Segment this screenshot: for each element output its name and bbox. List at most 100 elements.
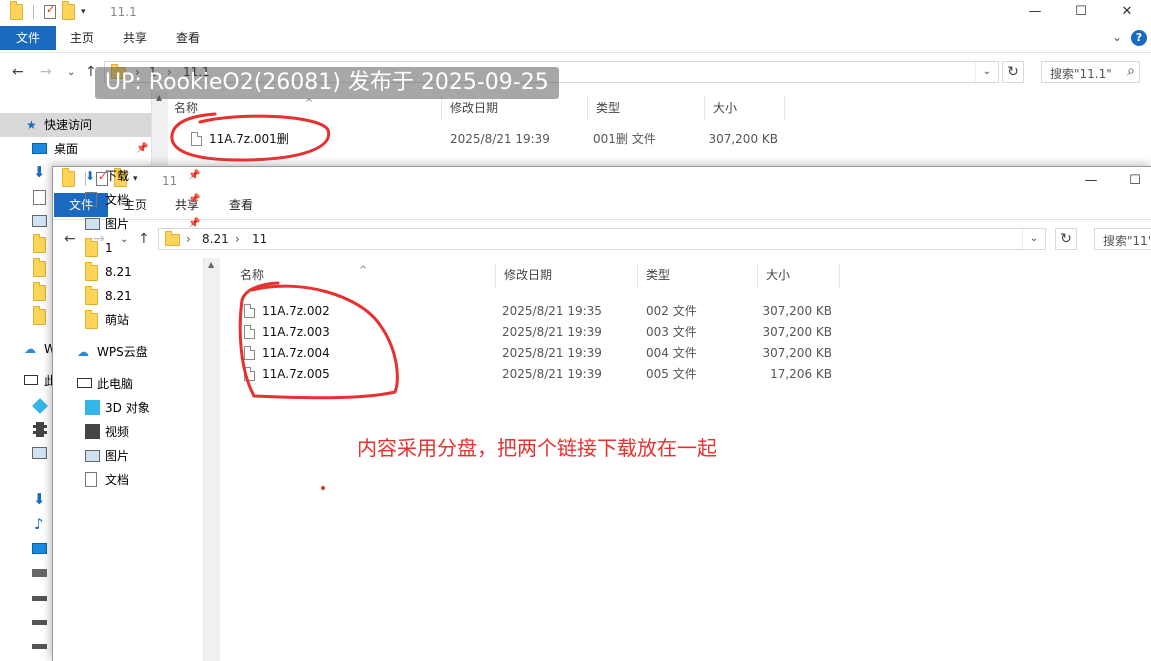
back-button[interactable]: ← (12, 64, 24, 80)
column-label: 类型 (646, 268, 671, 282)
help-button[interactable]: ? (1131, 30, 1147, 46)
table-row[interactable]: 11A.7z.002 2025/8/21 19:35 002 文件 307,20… (220, 301, 1151, 322)
nav-label: 文档 (105, 473, 130, 487)
folder-icon (85, 286, 98, 305)
file-icon (244, 325, 255, 339)
address-dropdown-icon[interactable]: ⌄ (1022, 229, 1045, 249)
drive-icon (32, 569, 47, 577)
recent-locations-button[interactable]: ⌄ (67, 67, 75, 78)
column-header-name[interactable]: ^ 名称 (168, 96, 442, 120)
tab-file[interactable]: 文件 (0, 26, 56, 50)
nav-item-11[interactable]: 3D 对象 (53, 396, 203, 420)
properties-icon[interactable] (44, 3, 56, 19)
nav-item-4[interactable]: 图片 📌 (53, 212, 203, 236)
nav-item-6[interactable]: 8.21 (53, 260, 203, 284)
scroll-up-icon[interactable]: ▲ (208, 260, 214, 269)
nav-item-7[interactable]: 8.21 (53, 284, 203, 308)
chevron-right-icon: › (235, 232, 240, 246)
maximize-button[interactable]: ☐ (1112, 169, 1151, 195)
nav-item-desktop[interactable]: 桌面 📌 (0, 137, 151, 161)
column-label: 类型 (596, 101, 621, 115)
refresh-button[interactable]: ↻ (1055, 228, 1077, 250)
table-row[interactable]: 11A.7z.005 2025/8/21 19:39 005 文件 17,206… (220, 364, 1151, 385)
music-icon: ♪ (34, 515, 44, 533)
close-button[interactable]: ✕ (1104, 0, 1150, 26)
folder-icon (33, 234, 46, 253)
new-folder-icon[interactable] (62, 1, 75, 20)
table-row[interactable]: 11A.7z.003 2025/8/21 19:39 003 文件 307,20… (220, 322, 1151, 343)
column-header-size[interactable]: 大小 (758, 263, 840, 287)
tab-view[interactable]: 查看 (166, 26, 210, 50)
drive-icon (32, 620, 47, 625)
minimize-button[interactable]: — (1068, 169, 1114, 195)
videos-icon (33, 422, 47, 437)
nav-item-10[interactable]: 此电脑 (53, 372, 203, 396)
nav-label: 下载 (105, 169, 130, 183)
drive-icon (32, 644, 47, 649)
file-name: 11A.7z.005 (262, 367, 330, 381)
nav-item-wps-cloud[interactable]: ☁ W (0, 337, 56, 361)
nav-label: 1 (105, 241, 113, 255)
column-header-date[interactable]: 修改日期 (496, 263, 638, 287)
forward-button[interactable]: → (40, 64, 52, 80)
nav-item-9[interactable]: ☁ WPS云盘 (53, 340, 203, 364)
file-size: 307,200 KB (762, 346, 832, 360)
ribbon-expand-icon[interactable]: ⌄ (1112, 30, 1122, 44)
pin-icon[interactable]: 📌 (188, 212, 200, 236)
folder-icon (33, 282, 46, 301)
pin-icon[interactable]: 📌 (136, 137, 148, 161)
nav-item-5[interactable]: 1 (53, 236, 203, 260)
tab-view[interactable]: 查看 (219, 193, 263, 217)
file-date: 2025/8/21 19:39 (502, 367, 602, 381)
file-size: 307,200 KB (762, 304, 832, 318)
column-header-type[interactable]: 类型 (638, 263, 758, 287)
refresh-button[interactable]: ↻ (1002, 61, 1024, 83)
3d-objects-icon (32, 398, 48, 414)
watermark: UP: RookieO2(26081) 发布于 2025-09-25 (95, 67, 559, 99)
minimize-button[interactable]: — (1012, 0, 1058, 26)
nav-pane-scrollbar[interactable]: ▲ (203, 258, 220, 661)
address-bar[interactable]: › 8.21 › 11 ⌄ (158, 228, 1046, 250)
explorer-window-front: ▾ 11 — ☐ 文件 主页 共享 查看 ← → ⌄ ↑ › 8.21 › 11… (52, 166, 1151, 661)
column-header-name[interactable]: ^ 名称 (235, 263, 496, 287)
tab-home[interactable]: 主页 (60, 26, 104, 50)
nav-item-2[interactable]: ⬇ 下载 📌 (53, 167, 203, 188)
nav-item-3[interactable]: 文档 📌 (53, 188, 203, 212)
breadcrumb-segment[interactable]: 11 (252, 232, 267, 246)
breadcrumb-segment[interactable]: 8.21 (202, 232, 229, 246)
file-date: 2025/8/21 19:35 (502, 304, 602, 318)
file-type: 004 文件 (646, 346, 697, 360)
column-header-type[interactable]: 类型 (588, 96, 705, 120)
column-label: 大小 (713, 101, 738, 115)
nav-item-8[interactable]: 萌站 (53, 308, 203, 332)
cloud-icon: ☁ (24, 342, 36, 356)
nav-item-14[interactable]: 文档 (53, 468, 203, 492)
nav-item-this-pc[interactable]: 此 (0, 369, 56, 393)
red-dot-mark (321, 486, 325, 490)
nav-item-quick-access[interactable]: ★ 快速访问 (0, 113, 151, 137)
folder-icon (85, 238, 98, 257)
download-icon: ⬇ (85, 169, 96, 183)
column-header-size[interactable]: 大小 (705, 96, 785, 120)
column-header-date[interactable]: 修改日期 (442, 96, 588, 120)
nav-label: WPS云盘 (97, 345, 148, 359)
nav-item-12[interactable]: 视频 (53, 420, 203, 444)
file-date: 2025/8/21 19:39 (450, 132, 550, 146)
table-row[interactable]: 11A.7z.001删 2025/8/21 19:39 001删 文件 307,… (168, 129, 1151, 150)
pin-icon[interactable]: 📌 (188, 188, 200, 212)
nav-item-13[interactable]: 图片 (53, 444, 203, 468)
table-row[interactable]: 11A.7z.004 2025/8/21 19:39 004 文件 307,20… (220, 343, 1151, 364)
tab-share[interactable]: 共享 (113, 26, 157, 50)
file-size: 307,200 KB (762, 325, 832, 339)
address-dropdown-icon[interactable]: ⌄ (975, 62, 998, 82)
file-date: 2025/8/21 19:39 (502, 325, 602, 339)
customize-toolbar-icon[interactable]: ▾ (81, 7, 86, 17)
search-box[interactable]: 搜索"11.1" ⌕ (1041, 61, 1140, 83)
file-name: 11A.7z.003 (262, 325, 330, 339)
desktop-icon (32, 543, 47, 554)
pin-icon[interactable]: 📌 (188, 167, 200, 188)
search-box[interactable]: 搜索"11" (1094, 228, 1151, 250)
maximize-button[interactable]: ☐ (1058, 0, 1104, 26)
file-type: 001删 文件 (593, 132, 656, 146)
pictures-icon (85, 450, 100, 462)
